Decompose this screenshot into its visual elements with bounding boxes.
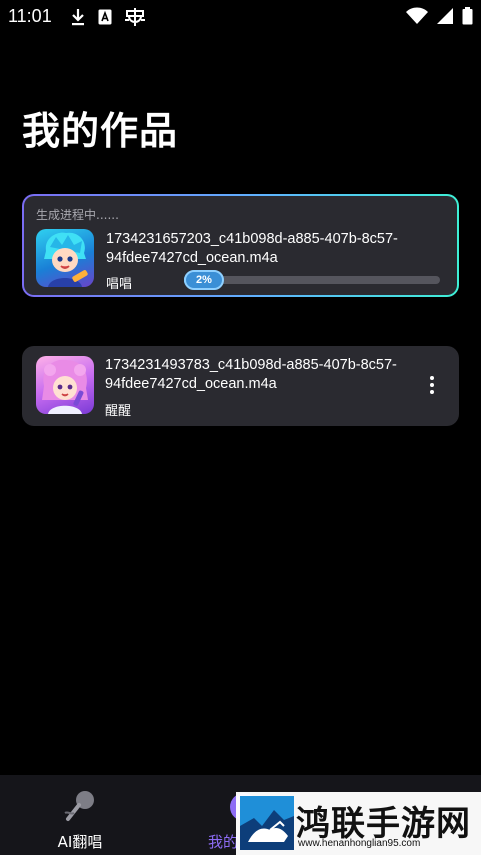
- work-singer: 醒醒: [105, 404, 132, 419]
- bug-icon: [124, 7, 146, 31]
- battery-icon: [462, 7, 473, 29]
- a-notification-icon: [98, 9, 112, 29]
- site-watermark: 鸿联手游网 www.henanhonglian95.com: [236, 792, 481, 855]
- more-dot: [430, 376, 434, 380]
- more-dot: [430, 383, 434, 387]
- nav-label-mine: 我的: [208, 833, 239, 851]
- more-options-button[interactable]: [423, 374, 441, 396]
- status-time: 11:01: [8, 6, 52, 26]
- microphone-icon: [62, 789, 98, 825]
- work-filename: 1734231493783_c41b098d-a885-407b-8c57-94…: [105, 357, 397, 392]
- work-singer: 唱唱: [106, 277, 133, 292]
- download-icon: [70, 8, 86, 30]
- nav-tab-ai-cover[interactable]: AI翻唱: [0, 775, 160, 855]
- progress-percent-badge: 2%: [184, 270, 224, 290]
- watermark-url: www.henanhonglian95.com: [298, 838, 421, 849]
- page-title: 我的作品: [22, 109, 179, 153]
- singer-avatar-thumbnail: [36, 356, 94, 414]
- status-notification-icons: [70, 7, 146, 31]
- work-filename: 1734231657203_c41b098d-a885-407b-8c57-94…: [106, 231, 398, 266]
- status-system-icons: [406, 7, 473, 29]
- more-dot: [430, 390, 434, 394]
- nav-label-ai-cover: AI翻唱: [57, 833, 103, 851]
- wifi-icon: [406, 7, 428, 29]
- work-card[interactable]: 1734231493783_c41b098d-a885-407b-8c57-94…: [22, 346, 459, 426]
- generation-status: 生成进程中......: [36, 208, 119, 222]
- signal-icon: [436, 7, 454, 29]
- singer-avatar-thumbnail: [36, 229, 94, 287]
- watermark-logo-icon: [240, 796, 294, 850]
- work-card-inner: 生成进程中...... 1734231657203_c41b098d-a885-…: [24, 196, 457, 295]
- status-bar: 11:01: [0, 0, 481, 34]
- work-card-generating[interactable]: 生成进程中...... 1734231657203_c41b098d-a885-…: [22, 194, 459, 297]
